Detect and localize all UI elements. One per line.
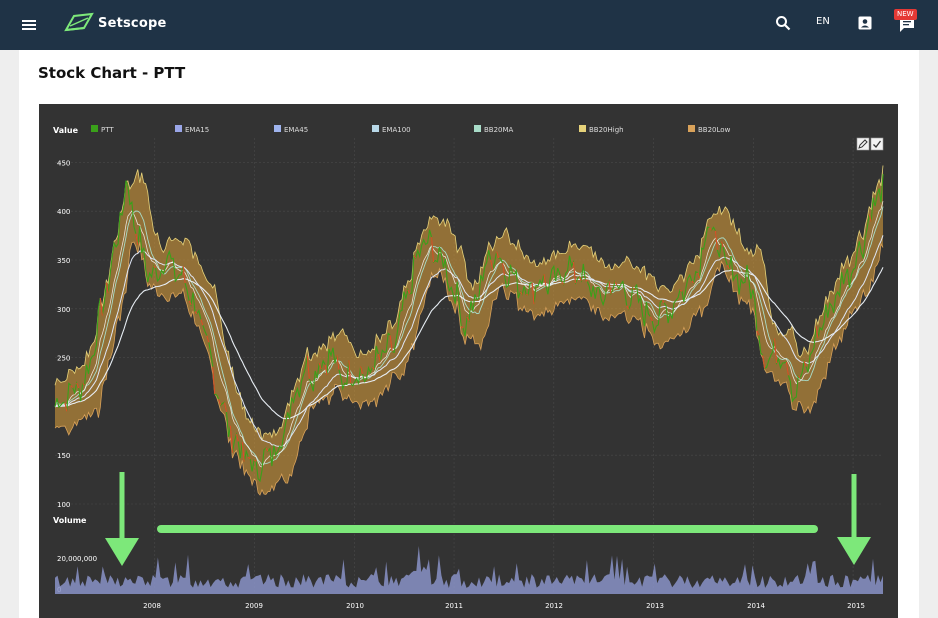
legend-label: BB20High [589,126,624,134]
bollinger-bands [54,165,884,496]
volume-title: Volume [53,516,87,525]
pen-icon[interactable] [856,137,870,151]
legend-label: EMA100 [382,126,411,134]
y-tick-label: 300 [57,306,70,314]
top-app-bar: Setscope EN NEW [0,0,938,50]
legend-label: BB20Low [698,126,731,134]
stock-chart-svg: Value PTT EMA15 EMA45 EMA100 BB20MA BB20High BB… [53,125,884,610]
y-axis-labels: 100 150 250 300 350 400 450 [57,159,70,509]
x-tick-label: 2013 [646,602,664,610]
legend-swatch [274,125,281,132]
legend-label: EMA15 [185,126,209,134]
x-tick-label: 2008 [143,602,161,610]
y-tick-label: 100 [57,501,70,509]
y-tick-label: 250 [57,355,70,363]
x-tick-label: 2012 [545,602,563,610]
page-title: Stock Chart - PTT [38,64,186,82]
language-switch[interactable]: EN [816,16,830,27]
horizontal-bar [157,525,818,533]
y-tick-label: 450 [57,159,70,167]
menu-icon[interactable] [20,16,38,34]
app-name: Setscope [98,15,167,31]
arrow-shaft [119,472,125,544]
contact-icon[interactable] [856,14,874,32]
x-tick-label: 2010 [346,602,364,610]
y-tick-label: 150 [57,452,70,460]
new-badge: NEW [894,9,917,20]
chart-legend: Value PTT EMA15 EMA45 EMA100 BB20MA BB20High BB… [53,125,731,135]
check-icon[interactable] [870,137,884,151]
legend-label: EMA45 [284,126,308,134]
app-logo[interactable]: Setscope [64,11,167,35]
y-tick-label: 350 [57,257,70,265]
arrow-down-icon [105,472,139,566]
stock-chart[interactable]: Value PTT EMA15 EMA45 EMA100 BB20MA BB20High BB… [39,104,898,618]
bollinger-band-fill [55,165,883,495]
x-tick-label: 2009 [245,602,263,610]
volume-tick-label: 20,000,000 [57,555,97,563]
search-icon[interactable] [774,14,792,32]
legend-swatch [91,125,98,132]
legend-swatch [175,125,182,132]
legend-swatch [474,125,481,132]
x-tick-label: 2015 [847,602,865,610]
legend-label: PTT [101,126,114,134]
x-tick-label: 2014 [747,602,765,610]
y-axis-title: Value [53,126,79,135]
arrow-down-icon [837,474,871,565]
y-tick-label: 400 [57,208,70,216]
arrow-head [105,538,139,566]
legend-swatch [688,125,695,132]
logo-icon [64,12,94,32]
arrow-head [837,537,871,565]
arrow-shaft [851,474,857,543]
legend-swatch [579,125,586,132]
annotation-shapes [105,472,871,566]
legend-label: BB20MA [484,126,514,134]
volume-area [55,546,883,594]
x-axis-labels: 2008 2009 2010 2011 2012 2013 2014 2015 [143,602,865,610]
legend-swatch [372,125,379,132]
x-tick-label: 2011 [445,602,463,610]
